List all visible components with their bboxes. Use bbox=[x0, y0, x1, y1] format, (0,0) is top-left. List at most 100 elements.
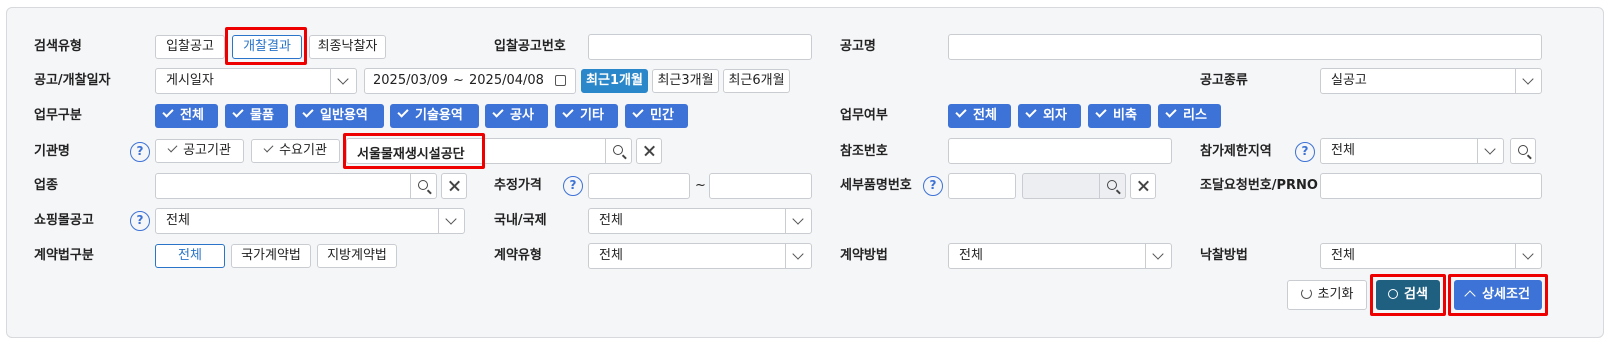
procure-no-input[interactable] bbox=[1320, 173, 1542, 199]
date-type-select[interactable]: 게시일자 bbox=[155, 68, 357, 94]
period-1-month[interactable]: 최근1개월 bbox=[581, 69, 648, 93]
org-type-label: 공고기관 bbox=[183, 143, 231, 158]
calendar-icon[interactable] bbox=[555, 75, 566, 86]
work-chip-etc[interactable]: 기타 bbox=[555, 104, 618, 128]
notice-name-label: 공고명 bbox=[840, 39, 876, 54]
work-chip-construction[interactable]: 공사 bbox=[485, 104, 548, 128]
chevron-down-icon bbox=[785, 209, 811, 233]
chevron-down-icon bbox=[438, 209, 464, 233]
law-national[interactable]: 국가계약법 bbox=[231, 244, 311, 268]
detail-no-label: 세부품명번호 bbox=[840, 178, 912, 193]
period-3-months[interactable]: 최근3개월 bbox=[652, 69, 719, 93]
work-chip-general-service[interactable]: 일반용역 bbox=[295, 104, 384, 128]
notice-kind-select[interactable]: 실공고 bbox=[1320, 68, 1542, 94]
bid-no-input[interactable] bbox=[588, 34, 812, 60]
work-chip-private[interactable]: 민간 bbox=[625, 104, 688, 128]
work-yn-chip-all[interactable]: 전체 bbox=[948, 104, 1011, 128]
work-yn-chip-stockpile[interactable]: 비축 bbox=[1088, 104, 1151, 128]
org-type-demand-agency[interactable]: 수요기관 bbox=[251, 139, 340, 163]
award-method-select[interactable]: 전체 bbox=[1320, 243, 1542, 269]
ref-no-input[interactable] bbox=[948, 138, 1172, 164]
work-chip-goods[interactable]: 물품 bbox=[225, 104, 288, 128]
help-icon[interactable]: ? bbox=[563, 176, 583, 196]
search-type-label: 검색유형 bbox=[34, 39, 82, 54]
notice-kind-label: 공고종류 bbox=[1200, 73, 1248, 88]
work-chip-label: 기술용역 bbox=[415, 108, 463, 123]
reset-button[interactable]: 초기화 bbox=[1287, 280, 1367, 310]
law-label: 계약법구분 bbox=[34, 248, 94, 263]
work-yn-chip-label: 외자 bbox=[1043, 108, 1067, 123]
contract-type-label: 계약유형 bbox=[494, 248, 542, 263]
ref-no-label: 참조번호 bbox=[840, 144, 888, 159]
work-chip-label: 기타 bbox=[580, 108, 604, 123]
search-icon bbox=[1518, 145, 1528, 155]
check-icon bbox=[632, 106, 644, 118]
region-value: 전체 bbox=[1331, 143, 1355, 158]
date-type-value: 게시일자 bbox=[166, 73, 214, 88]
period-6-months[interactable]: 최근6개월 bbox=[723, 69, 790, 93]
org-label: 기관명 bbox=[34, 144, 70, 159]
date-separator: ~ bbox=[453, 73, 464, 88]
price-label: 추정가격 bbox=[494, 178, 542, 193]
work-chip-label: 물품 bbox=[250, 108, 274, 123]
work-chip-label: 공사 bbox=[510, 108, 534, 123]
price-from-input[interactable] bbox=[588, 173, 690, 199]
work-yn-chip-lease[interactable]: 리스 bbox=[1158, 104, 1221, 128]
law-local[interactable]: 지방계약법 bbox=[317, 244, 397, 268]
check-icon bbox=[492, 106, 504, 118]
check-icon bbox=[562, 106, 574, 118]
work-chip-label: 전체 bbox=[180, 108, 204, 123]
detail-clear-button[interactable] bbox=[1130, 173, 1156, 199]
divider bbox=[1099, 174, 1100, 198]
law-all[interactable]: 전체 bbox=[155, 244, 225, 268]
work-yn-chip-foreign[interactable]: 외자 bbox=[1018, 104, 1081, 128]
price-separator: ~ bbox=[695, 178, 706, 193]
work-chip-tech-service[interactable]: 기술용역 bbox=[390, 104, 479, 128]
detail-no-input[interactable] bbox=[948, 173, 1016, 199]
contract-method-select[interactable]: 전체 bbox=[948, 243, 1172, 269]
check-icon bbox=[263, 142, 274, 153]
bid-no-label: 입찰공고번호 bbox=[494, 39, 566, 54]
help-icon[interactable]: ? bbox=[923, 176, 943, 196]
check-icon bbox=[397, 106, 409, 118]
award-method-label: 낙찰방법 bbox=[1200, 248, 1248, 263]
contract-method-value: 전체 bbox=[959, 248, 983, 263]
org-type-notice-agency[interactable]: 공고기관 bbox=[155, 139, 244, 163]
divider bbox=[605, 139, 606, 163]
contract-type-select[interactable]: 전체 bbox=[588, 243, 812, 269]
work-chip-all[interactable]: 전체 bbox=[155, 104, 218, 128]
help-icon[interactable]: ? bbox=[130, 142, 150, 162]
help-icon[interactable]: ? bbox=[1295, 142, 1315, 162]
work-chip-label: 일반용역 bbox=[320, 108, 368, 123]
check-icon bbox=[955, 106, 967, 118]
date-to: 2025/04/08 bbox=[469, 73, 544, 88]
mall-select[interactable]: 전체 bbox=[155, 208, 465, 234]
industry-input[interactable] bbox=[155, 173, 437, 199]
work-yn-chip-label: 전체 bbox=[973, 108, 997, 123]
date-range-input[interactable]: 2025/03/09 ~ 2025/04/08 bbox=[364, 68, 576, 94]
region-select[interactable]: 전체 bbox=[1320, 138, 1504, 164]
notice-name-input[interactable] bbox=[948, 34, 1542, 60]
check-icon bbox=[1165, 106, 1177, 118]
search-icon[interactable] bbox=[613, 145, 623, 155]
detail-name-input[interactable] bbox=[1022, 173, 1126, 199]
check-icon bbox=[1025, 106, 1037, 118]
search-icon[interactable] bbox=[418, 180, 428, 190]
search-type-bid-notice[interactable]: 입찰공고 bbox=[155, 35, 225, 59]
search-type-final-winner[interactable]: 최종낙찰자 bbox=[309, 35, 386, 59]
work-chip-label: 민간 bbox=[650, 108, 674, 123]
help-icon[interactable]: ? bbox=[130, 211, 150, 231]
search-icon[interactable] bbox=[1107, 180, 1117, 190]
region-label: 참가제한지역 bbox=[1200, 144, 1272, 159]
domestic-select[interactable]: 전체 bbox=[588, 208, 812, 234]
highlight-box bbox=[225, 27, 307, 65]
price-to-input[interactable] bbox=[709, 173, 812, 199]
work-label: 업무구분 bbox=[34, 108, 82, 123]
clear-button[interactable] bbox=[636, 138, 662, 164]
org-type-label: 수요기관 bbox=[279, 143, 327, 158]
refresh-icon bbox=[1300, 288, 1312, 299]
region-search-button[interactable] bbox=[1510, 138, 1536, 164]
industry-clear-button[interactable] bbox=[441, 173, 467, 199]
highlight-box bbox=[1448, 274, 1548, 316]
check-icon bbox=[162, 106, 174, 118]
